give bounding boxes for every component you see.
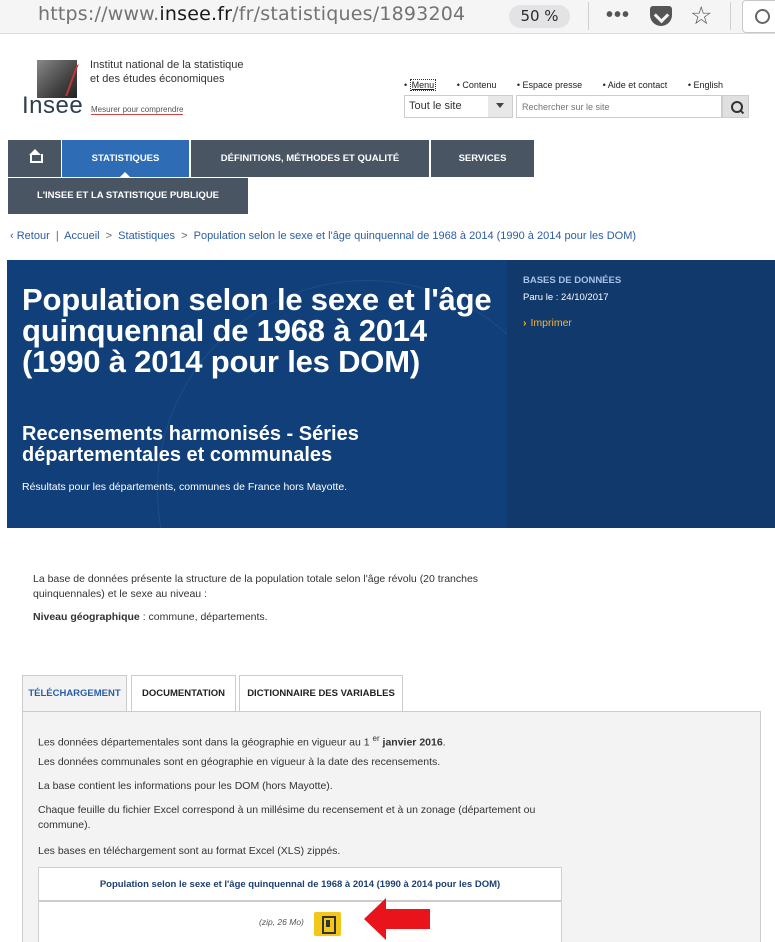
intro-text: La base de données présente la structure… bbox=[33, 573, 479, 600]
nav-services[interactable]: SERVICES bbox=[431, 140, 534, 177]
page-description: Résultats pour les départements, commune… bbox=[22, 481, 348, 493]
chevron-right-icon: > bbox=[105, 230, 113, 242]
geo-level: Niveau géographique : commune, départeme… bbox=[33, 611, 268, 623]
top-links: • Menu • Contenu • Espace presse • Aide … bbox=[404, 79, 741, 91]
institute-line-2: et des études économiques bbox=[90, 73, 225, 85]
publication-date: Paru le : 24/10/2017 bbox=[523, 292, 609, 303]
institute-line-1: Institut national de la statistique bbox=[90, 59, 244, 71]
top-link-label: Menu bbox=[409, 79, 437, 91]
hero-main: Population selon le sexe et l'âge quinqu… bbox=[7, 260, 577, 528]
panel-line-date: janvier 2016 bbox=[379, 736, 443, 749]
top-link-aide[interactable]: • Aide et contact bbox=[603, 80, 677, 90]
chevron-right-icon: › bbox=[523, 317, 527, 329]
tab-dictionnaire-variables[interactable]: DICTIONNAIRE DES VARIABLES bbox=[239, 675, 403, 712]
breadcrumb-home[interactable]: Accueil bbox=[64, 230, 99, 242]
chevron-left-icon: ‹ bbox=[10, 230, 14, 242]
panel-line-end: . bbox=[442, 736, 446, 749]
geo-level-label: Niveau géographique bbox=[33, 611, 140, 623]
top-link-english[interactable]: • English bbox=[688, 80, 732, 90]
panel-line-text: Les données départementales sont dans la… bbox=[38, 736, 373, 749]
tab-telechargement[interactable]: TÉLÉCHARGEMENT bbox=[22, 675, 127, 712]
tagline: Mesurer pour comprendre bbox=[91, 105, 184, 115]
page-hero: Population selon le sexe et l'âge quinqu… bbox=[7, 260, 775, 528]
panel-line-excel: Chaque feuille du fichier Excel correspo… bbox=[38, 804, 536, 831]
breadcrumb-current: Population selon le sexe et l'âge quinqu… bbox=[193, 230, 637, 242]
site-scope-value: Tout le site bbox=[409, 100, 462, 112]
table-row: (zip, 26 Mo) bbox=[39, 902, 561, 942]
tab-documentation[interactable]: DOCUMENTATION bbox=[131, 675, 236, 712]
top-link-label: Aide et contact bbox=[607, 80, 668, 90]
panel-line-format: Les bases en téléchargement sont au form… bbox=[38, 845, 341, 857]
breadcrumb: ‹ Retour | Accueil > Statistiques > Popu… bbox=[10, 230, 636, 242]
top-link-label: Espace presse bbox=[522, 80, 583, 90]
top-link-label: English bbox=[693, 80, 724, 90]
search-icon[interactable] bbox=[722, 95, 749, 118]
page-subtitle: Recensements harmonisés - Séries départe… bbox=[22, 423, 359, 466]
logo-text[interactable]: Insee bbox=[22, 92, 83, 120]
browser-toolbar: https://www.insee.fr/fr/statistiques/189… bbox=[0, 0, 775, 34]
top-link-presse[interactable]: • Espace presse bbox=[517, 80, 591, 90]
url-prefix: https://www. bbox=[38, 3, 160, 25]
site-search-input[interactable] bbox=[516, 95, 722, 118]
print-label: Imprimer bbox=[530, 317, 572, 329]
download-zip-icon[interactable] bbox=[314, 912, 341, 936]
toolbar-divider bbox=[730, 2, 731, 30]
browser-search-icon[interactable] bbox=[742, 0, 775, 33]
panel-line-geography: Les données départementales sont dans la… bbox=[38, 731, 578, 751]
panel-line-communes: Les données communales sont en géographi… bbox=[38, 756, 441, 768]
print-link[interactable]: › Imprimer bbox=[523, 317, 572, 329]
top-link-label: Contenu bbox=[462, 80, 497, 90]
url-path: /fr/statistiques/1893204 bbox=[232, 3, 466, 25]
hero-sidebar: BASES DE DONNÉES Paru le : 24/10/2017 › I… bbox=[507, 260, 775, 528]
breadcrumb-statistiques[interactable]: Statistiques bbox=[118, 230, 175, 242]
nav-definitions[interactable]: DÉFINITIONS, MÉTHODES ET QUALITÉ bbox=[191, 140, 429, 177]
page-title: Population selon le sexe et l'âge quinqu… bbox=[22, 282, 492, 379]
toolbar-divider bbox=[588, 2, 589, 30]
nav-insee-statistique-publique[interactable]: L'INSEE ET LA STATISTIQUE PUBLIQUE bbox=[8, 178, 248, 214]
panel-line-dom: La base contient les informations pour l… bbox=[38, 780, 333, 792]
geo-level-value: : commune, départements. bbox=[139, 611, 268, 623]
top-link-menu[interactable]: • Menu bbox=[404, 79, 445, 91]
chevron-right-icon: > bbox=[181, 230, 188, 242]
publication-type: BASES DE DONNÉES bbox=[523, 275, 622, 286]
breadcrumb-separator: | bbox=[55, 230, 59, 242]
red-arrow-annotation-icon bbox=[364, 898, 430, 940]
pocket-icon[interactable] bbox=[650, 6, 672, 26]
bookmark-star-icon[interactable]: ☆ bbox=[690, 1, 712, 31]
breadcrumb-back[interactable]: Retour bbox=[17, 230, 50, 242]
address-bar[interactable]: https://www.insee.fr/fr/statistiques/189… bbox=[38, 3, 465, 25]
ordinal-suffix: er bbox=[372, 734, 380, 743]
institute-name: Institut national de la statistique et d… bbox=[90, 58, 270, 86]
zoom-indicator[interactable]: 50 % bbox=[509, 5, 570, 28]
url-domain: insee.fr bbox=[159, 3, 233, 25]
more-actions-icon[interactable]: ••• bbox=[606, 4, 630, 27]
top-link-contenu[interactable]: • Contenu bbox=[457, 80, 506, 90]
nav-statistiques[interactable]: STATISTIQUES bbox=[62, 140, 189, 177]
file-size: (zip, 26 Mo) bbox=[259, 917, 304, 927]
chevron-down-icon[interactable] bbox=[488, 96, 512, 117]
download-table: Population selon le sexe et l'âge quinqu… bbox=[38, 867, 562, 942]
download-table-title: Population selon le sexe et l'âge quinqu… bbox=[39, 868, 561, 902]
nav-home-icon[interactable] bbox=[8, 140, 61, 177]
site-scope-select[interactable]: Tout le site bbox=[404, 95, 513, 118]
